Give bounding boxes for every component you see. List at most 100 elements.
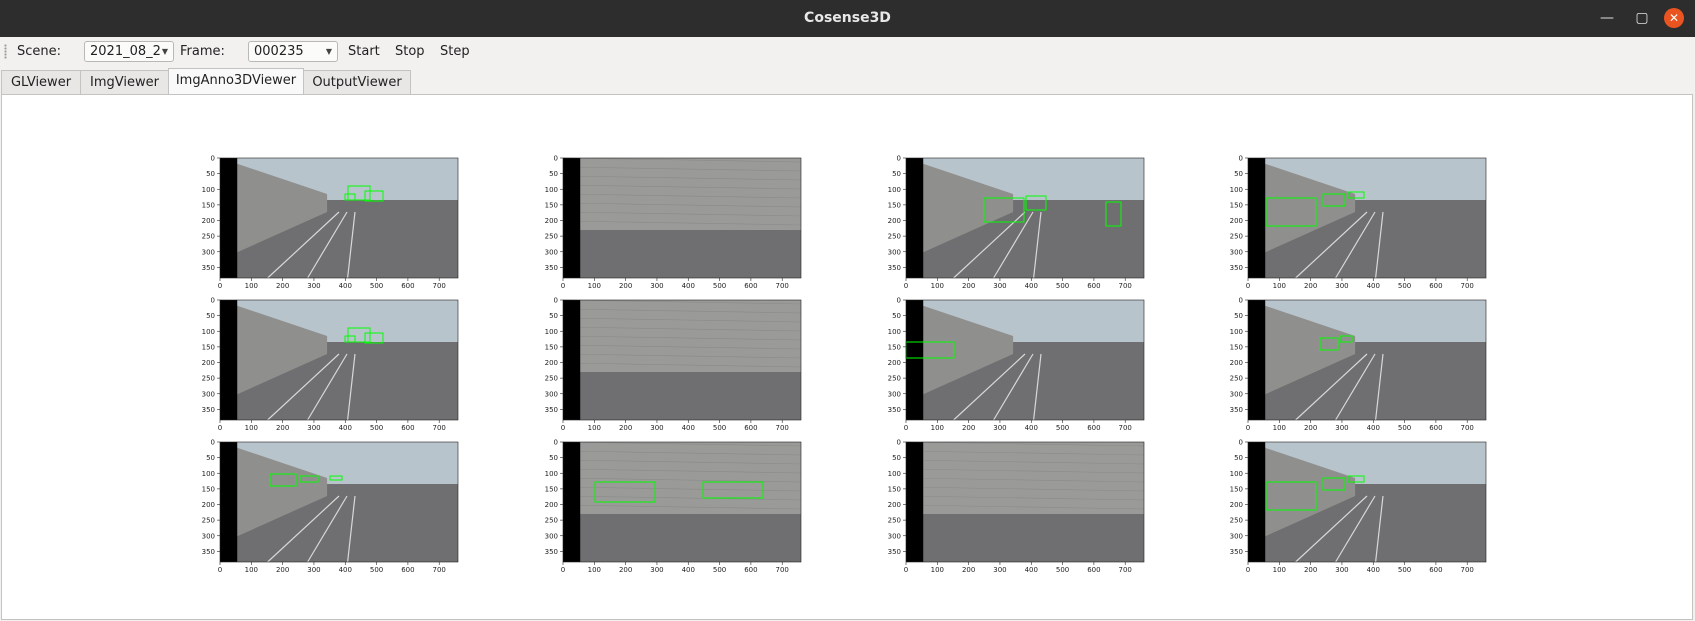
y-tick-label: 150 [1230, 485, 1243, 493]
chevron-down-icon: ▼ [325, 47, 332, 56]
black-padding [1248, 158, 1266, 278]
scene-select[interactable]: 2021_08_2 ▼ [84, 41, 174, 62]
y-tick-label: 100 [545, 470, 558, 478]
minimize-icon[interactable]: — [1597, 8, 1617, 28]
x-tick-label: 0 [561, 282, 565, 290]
y-tick-label: 100 [1230, 186, 1243, 194]
frame-label: Frame: [180, 44, 225, 59]
y-tick-label: 100 [888, 186, 901, 194]
x-tick-label: 200 [1304, 566, 1317, 574]
x-tick-label: 100 [588, 282, 601, 290]
y-tick-label: 250 [1230, 517, 1243, 525]
black-padding [906, 300, 924, 420]
x-tick-label: 700 [1461, 566, 1474, 574]
annotated-camera-image: 0 50 100 150 200 250 300 350 0 100 200 300 400 500 600… [545, 439, 802, 574]
black-padding [906, 158, 924, 278]
camera-image-plot: 0 50 100 150 200 250 300 350 0 100 200 300 400 500 600… [537, 155, 802, 290]
y-tick-label: 300 [888, 390, 901, 398]
x-tick-label: 600 [744, 566, 757, 574]
tab-imgviewer[interactable]: ImgViewer [80, 70, 169, 94]
x-tick-label: 400 [339, 566, 352, 574]
annotated-camera-image: 0 50 100 150 200 250 300 350 0 100 200 300 400 500 600… [888, 297, 1145, 432]
tab-glviewer[interactable]: GLViewer [1, 70, 81, 94]
x-tick-label: 300 [1335, 424, 1348, 432]
camera-image-plot: 0 50 100 150 200 250 300 350 0 100 200 300 400 500 600… [880, 439, 1145, 574]
tab-outputviewer[interactable]: OutputViewer [303, 70, 411, 94]
y-tick-label: 50 [892, 454, 901, 462]
y-tick-label: 150 [545, 485, 558, 493]
x-tick-label: 700 [1119, 566, 1132, 574]
x-tick-label: 0 [561, 566, 565, 574]
black-padding [220, 158, 238, 278]
x-tick-label: 600 [1087, 424, 1100, 432]
y-tick-label: 100 [888, 470, 901, 478]
y-tick-label: 50 [892, 312, 901, 320]
x-tick-label: 600 [1087, 566, 1100, 574]
y-tick-label: 200 [1230, 359, 1243, 367]
x-tick-label: 700 [1119, 282, 1132, 290]
x-tick-label: 500 [1398, 566, 1411, 574]
y-tick-label: 200 [1230, 501, 1243, 509]
x-tick-label: 300 [650, 282, 663, 290]
y-tick-label: 100 [545, 328, 558, 336]
close-icon[interactable]: ✕ [1664, 8, 1684, 28]
x-tick-label: 0 [218, 566, 222, 574]
y-tick-label: 250 [888, 233, 901, 241]
x-tick-label: 700 [1461, 424, 1474, 432]
y-tick-label: 0 [554, 439, 558, 447]
y-tick-label: 200 [202, 501, 215, 509]
camera-image-plot: 0 50 100 150 200 250 300 350 0 100 200 300 400 500 600… [1222, 155, 1487, 290]
x-tick-label: 100 [588, 424, 601, 432]
x-tick-label: 500 [370, 566, 383, 574]
y-tick-label: 350 [888, 264, 901, 272]
y-tick-label: 350 [1230, 406, 1243, 414]
y-tick-label: 150 [202, 201, 215, 209]
y-tick-label: 300 [545, 532, 558, 540]
y-tick-label: 100 [202, 186, 215, 194]
x-tick-label: 100 [931, 282, 944, 290]
y-tick-label: 250 [1230, 233, 1243, 241]
y-tick-label: 150 [1230, 343, 1243, 351]
x-tick-label: 400 [1367, 424, 1380, 432]
y-tick-label: 50 [1234, 454, 1243, 462]
annotated-camera-image: 0 50 100 150 200 250 300 350 0 100 200 300 400 500 600… [1230, 297, 1487, 432]
y-tick-label: 150 [545, 201, 558, 209]
frame-select[interactable]: 000235 ▼ [248, 41, 338, 62]
annotated-camera-image: 0 50 100 150 200 250 300 350 0 100 200 300 400 500 600… [888, 439, 1145, 574]
y-tick-label: 350 [888, 548, 901, 556]
annotated-camera-image: 0 50 100 150 200 250 300 350 0 100 200 300 400 500 600… [202, 439, 459, 574]
x-tick-label: 100 [1273, 566, 1286, 574]
y-tick-label: 50 [206, 170, 215, 178]
x-tick-label: 100 [245, 424, 258, 432]
x-tick-label: 700 [433, 566, 446, 574]
x-tick-label: 500 [370, 424, 383, 432]
x-tick-label: 0 [218, 424, 222, 432]
x-tick-label: 0 [904, 282, 908, 290]
black-padding [563, 442, 581, 562]
x-tick-label: 300 [650, 424, 663, 432]
maximize-icon[interactable]: ▢ [1632, 8, 1652, 28]
black-padding [563, 158, 581, 278]
toolbar-grip-icon[interactable] [4, 44, 7, 59]
step-button[interactable]: Step [440, 37, 470, 66]
y-tick-label: 300 [202, 248, 215, 256]
x-tick-label: 200 [619, 424, 632, 432]
y-tick-label: 150 [888, 343, 901, 351]
y-tick-label: 0 [897, 155, 901, 163]
x-tick-label: 400 [682, 282, 695, 290]
x-tick-label: 400 [682, 566, 695, 574]
x-tick-label: 100 [931, 424, 944, 432]
y-tick-label: 50 [206, 454, 215, 462]
x-tick-label: 400 [1025, 566, 1038, 574]
start-button[interactable]: Start [348, 37, 380, 66]
x-tick-label: 200 [962, 282, 975, 290]
y-tick-label: 300 [1230, 532, 1243, 540]
x-tick-label: 300 [993, 282, 1006, 290]
tab-imganno3dviewer[interactable]: ImgAnno3DViewer [168, 68, 304, 95]
stop-button[interactable]: Stop [395, 37, 425, 66]
y-tick-label: 0 [211, 439, 215, 447]
y-tick-label: 150 [1230, 201, 1243, 209]
x-tick-label: 500 [713, 424, 726, 432]
camera-image-plot: 0 50 100 150 200 250 300 350 0 100 200 300 400 500 600… [880, 297, 1145, 432]
y-tick-label: 350 [202, 548, 215, 556]
